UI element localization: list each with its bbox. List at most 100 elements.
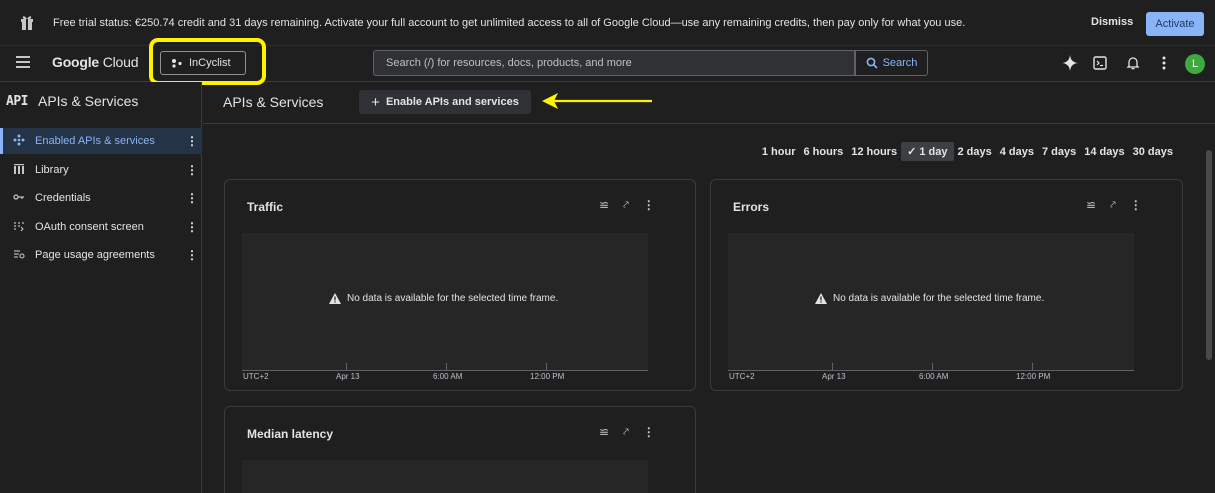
sidebar-item-library[interactable]: Library ⋮ [0,157,202,183]
sidebar-item-enabled-apis[interactable]: Enabled APIs & services ⋮ [0,128,202,154]
time-range-2-days[interactable]: 2 days [954,143,996,161]
item-more-icon[interactable]: ⋮ [186,191,198,205]
time-range-1-day[interactable]: ✓ 1 day [901,142,954,161]
search-button[interactable]: Search [855,50,928,76]
no-data-message: No data is available for the selected ti… [329,293,558,304]
item-more-icon[interactable]: ⋮ [186,220,198,234]
sidebar-header: API APIs & Services [6,93,138,109]
card-title: Errors [733,200,770,214]
time-range-selector: 1 hour 6 hours 12 hours ✓ 1 day 2 days 4… [758,142,1177,161]
project-icon [172,59,182,68]
sidebar-item-label: Page usage agreements [35,249,155,261]
axis-tick [932,363,933,371]
axis-tick [832,363,833,371]
axis-tick [546,363,547,371]
legend-toggle-icon[interactable]: ≌ [599,198,609,212]
project-picker-button[interactable]: InCyclist [160,51,246,75]
median-latency-card: Median latency ≌ ⤤ ⋮ [224,406,696,493]
time-range-1-hour[interactable]: 1 hour [758,143,800,161]
cloud-shell-icon[interactable] [1091,54,1109,72]
warning-icon [815,293,827,304]
scrollbar-thumb[interactable] [1206,150,1212,360]
logo-cloud: Cloud [102,54,139,70]
plus-icon: + [371,93,380,111]
google-cloud-logo[interactable]: Google Cloud [52,54,139,70]
no-data-text: No data is available for the selected ti… [347,293,559,304]
agreements-icon [12,248,26,263]
x-axis [242,370,648,371]
explore-chart-icon[interactable]: ⤤ [623,427,629,438]
time-range-6-hours[interactable]: 6 hours [799,143,847,161]
page-title: APIs & Services [223,94,324,110]
sidebar-item-label: OAuth consent screen [35,221,144,233]
axis-tick [1032,363,1033,371]
search-icon [866,57,878,69]
more-options-icon[interactable] [1155,54,1173,72]
logo-google: Google [52,54,100,70]
enabled-apis-icon [12,134,26,149]
key-icon [12,191,26,206]
sidebar-item-label: Credentials [35,192,91,204]
sidebar-item-label: Enabled APIs & services [35,135,155,147]
search-button-label: Search [882,57,918,69]
menu-icon[interactable] [16,56,30,68]
project-name: InCyclist [189,57,231,69]
x-axis [728,370,1134,371]
axis-tick-label: UTC+2 [729,372,755,381]
explore-chart-icon[interactable]: ⤤ [1110,200,1116,211]
time-range-30-days[interactable]: 30 days [1129,143,1177,161]
item-more-icon[interactable]: ⋮ [186,163,198,177]
time-range-4-days[interactable]: 4 days [996,143,1038,161]
axis-tick-label: Apr 13 [822,372,846,381]
time-range-label: 1 day [919,146,948,158]
axis-tick-label: 12:00 PM [530,372,565,381]
check-icon: ✓ [907,146,920,158]
chart-area [242,460,648,493]
item-more-icon[interactable]: ⋮ [186,134,198,148]
arrow-annotation-icon [542,93,652,109]
sidebar-item-page-usage-agreements[interactable]: Page usage agreements ⋮ [0,242,202,268]
gemini-icon[interactable] [1061,54,1079,72]
traffic-card: Traffic ≌ ⤤ ⋮ No data is available for t… [224,179,696,391]
gift-icon [21,16,33,30]
enable-apis-button[interactable]: + Enable APIs and services [359,90,531,114]
card-more-icon[interactable]: ⋮ [643,425,655,439]
axis-tick [446,363,447,371]
card-more-icon[interactable]: ⋮ [1130,198,1142,212]
axis-tick-label: 6:00 AM [919,372,949,381]
activate-button[interactable]: Activate [1146,12,1204,36]
warning-icon [329,293,341,304]
item-more-icon[interactable]: ⋮ [186,248,198,262]
avatar[interactable]: L [1185,54,1205,74]
time-range-7-days[interactable]: 7 days [1038,143,1080,161]
errors-card: Errors ≌ ⤤ ⋮ No data is available for th… [710,179,1183,391]
notifications-icon[interactable] [1124,54,1142,72]
dismiss-button[interactable]: Dismiss [1091,16,1133,28]
axis-tick-label: 12:00 PM [1016,372,1051,381]
time-range-14-days[interactable]: 14 days [1080,143,1128,161]
sidebar-item-label: Library [35,164,69,176]
time-range-12-hours[interactable]: 12 hours [847,143,901,161]
card-title: Traffic [247,200,284,214]
axis-tick-label: Apr 13 [336,372,360,381]
no-data-text: No data is available for the selected ti… [833,293,1045,304]
oauth-icon [12,220,26,235]
axis-tick [346,363,347,371]
axis-tick-label: UTC+2 [243,372,269,381]
enable-apis-label: Enable APIs and services [385,96,519,108]
no-data-message: No data is available for the selected ti… [815,293,1044,304]
legend-toggle-icon[interactable]: ≌ [599,425,609,439]
sidebar-title: APIs & Services [37,93,139,109]
search-input[interactable]: Search (/) for resources, docs, products… [373,50,855,76]
main-header: APIs & Services + Enable APIs and servic… [203,82,1215,124]
sidebar-item-credentials[interactable]: Credentials ⋮ [0,185,202,211]
axis-tick-label: 6:00 AM [433,372,463,381]
explore-chart-icon[interactable]: ⤤ [623,200,629,211]
card-more-icon[interactable]: ⋮ [643,198,655,212]
sidebar: API APIs & Services Enabled APIs & servi… [0,82,202,493]
banner-message: Free trial status: €250.74 credit and 31… [53,17,966,29]
search-placeholder: Search (/) for resources, docs, products… [386,57,632,69]
legend-toggle-icon[interactable]: ≌ [1086,198,1096,212]
card-title: Median latency [247,427,334,441]
sidebar-item-oauth-consent[interactable]: OAuth consent screen ⋮ [0,214,202,240]
